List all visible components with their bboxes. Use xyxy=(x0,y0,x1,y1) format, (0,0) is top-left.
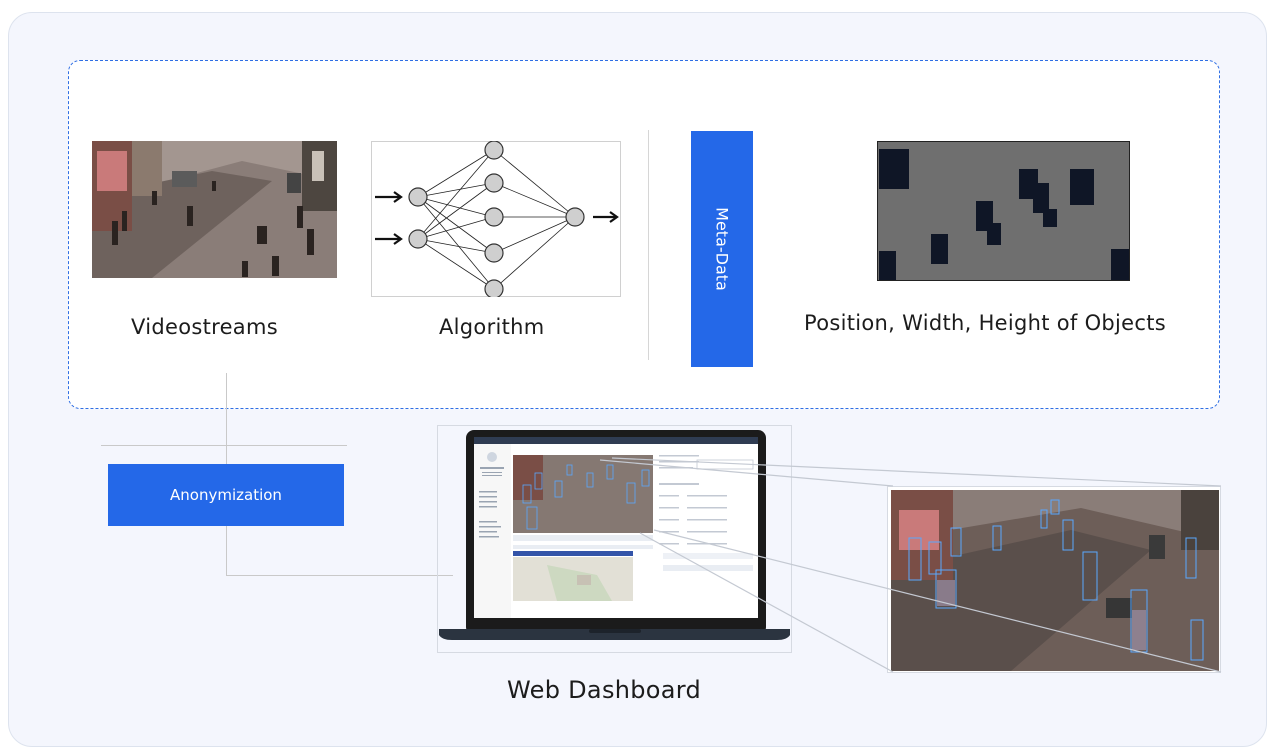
dashboard-label: Web Dashboard xyxy=(507,676,702,704)
zoom-projection-lines xyxy=(599,457,1222,673)
